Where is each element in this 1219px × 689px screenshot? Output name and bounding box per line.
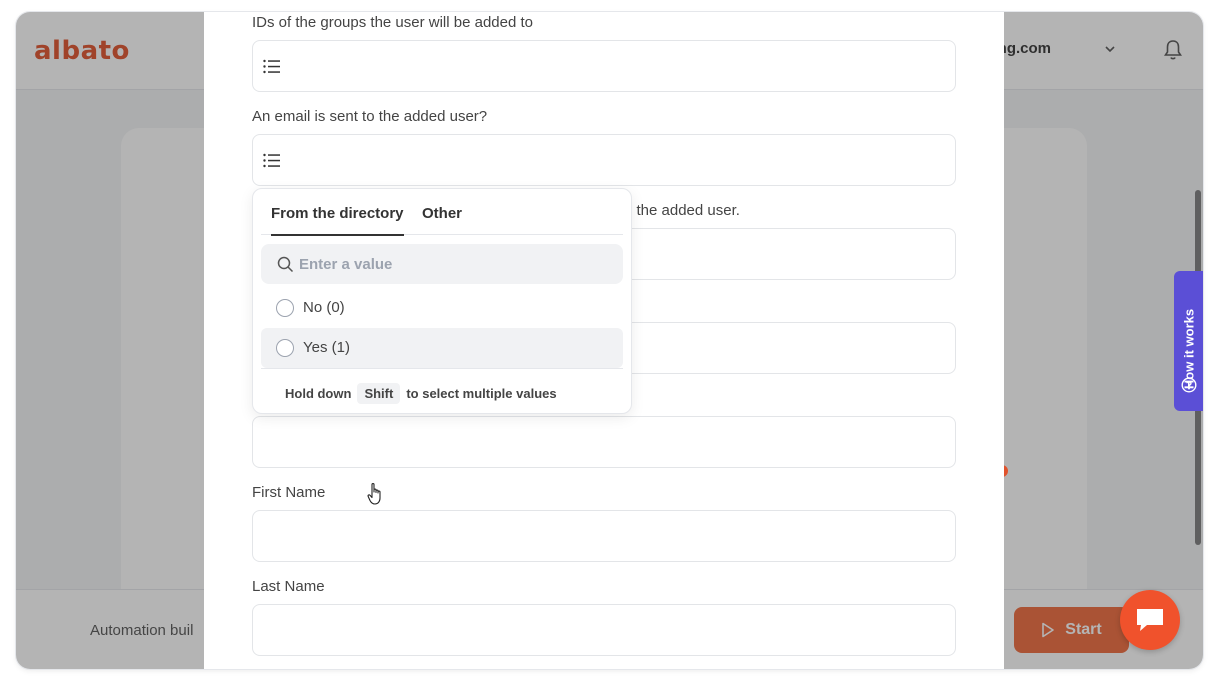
search-box[interactable] xyxy=(261,244,623,284)
field-label-last-name: Last Name xyxy=(252,578,325,595)
hint-prefix: Hold down xyxy=(285,386,352,401)
chat-icon xyxy=(1137,609,1163,631)
hint-suffix: to select multiple values xyxy=(406,386,557,401)
chat-button[interactable] xyxy=(1120,590,1180,650)
value-dropdown: From the directory Other No (0) Yes (1) … xyxy=(252,188,632,505)
first-name-field[interactable] xyxy=(252,510,956,562)
field-input-5[interactable] xyxy=(252,416,956,468)
list-icon[interactable] xyxy=(263,59,280,74)
how-it-works-tab[interactable]: How it works xyxy=(1174,271,1203,411)
groups-field[interactable] xyxy=(252,40,956,92)
field-label-groups: IDs of the groups the user will be added… xyxy=(252,14,534,31)
field-label-partial: o the added user. xyxy=(624,202,740,219)
last-name-field[interactable] xyxy=(252,604,956,656)
radio-button[interactable] xyxy=(276,299,294,317)
option-label: Yes (1) xyxy=(303,339,350,356)
dropdown-tabs: From the directory Other xyxy=(261,189,623,236)
shift-key-badge: Shift xyxy=(357,383,401,404)
radio-button[interactable] xyxy=(276,339,294,357)
multi-select-hint: Hold down Shift to select multiple value… xyxy=(285,383,557,404)
option-no[interactable]: No (0) xyxy=(261,288,623,328)
option-yes[interactable]: Yes (1) xyxy=(261,328,623,505)
field-label-first-name: First Name xyxy=(252,484,326,501)
search-icon xyxy=(277,256,294,273)
question-icon xyxy=(1181,377,1197,393)
option-label: No (0) xyxy=(303,299,345,316)
hand-cursor-icon xyxy=(367,482,381,505)
list-icon[interactable] xyxy=(263,153,280,168)
field-label-send-email: An email is sent to the added user? xyxy=(252,108,488,125)
send-email-field[interactable] xyxy=(252,134,956,186)
search-input[interactable] xyxy=(299,254,599,274)
tab-other[interactable]: Other xyxy=(422,205,462,222)
tab-from-directory[interactable]: From the directory xyxy=(271,205,404,236)
dropdown-divider xyxy=(261,368,623,369)
